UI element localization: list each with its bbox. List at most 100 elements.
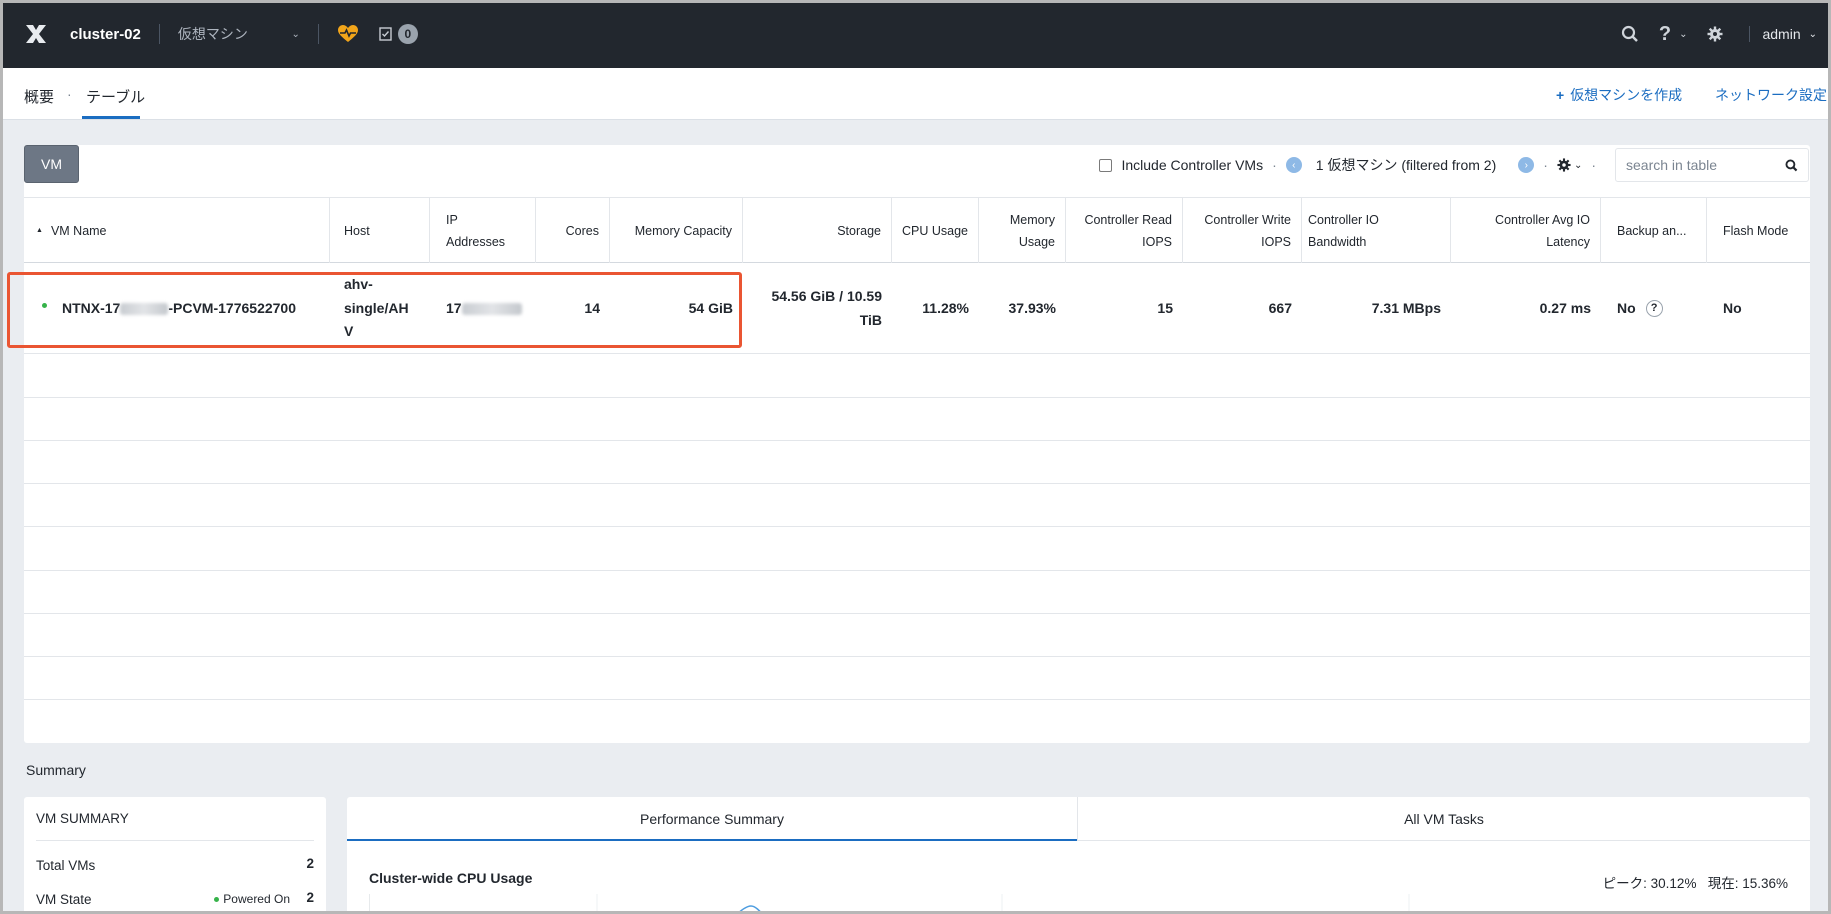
separator: ·	[1272, 157, 1277, 173]
settings-gear-icon[interactable]	[1707, 26, 1723, 42]
column-controller-read-label-2: IOPS	[1142, 235, 1172, 249]
powered-on-value: 2	[306, 890, 314, 905]
column-storage[interactable]: Storage	[743, 198, 892, 264]
powered-on-legend: Powered On	[214, 892, 290, 906]
column-controller-read-iops[interactable]: Controller Read IOPS	[1066, 198, 1183, 264]
powered-on-label: Powered On	[223, 892, 290, 906]
column-controller-latency-label-1: Controller Avg IO	[1495, 213, 1590, 227]
include-controller-checkbox[interactable]	[1099, 158, 1113, 172]
total-vms-label: Total VMs	[36, 858, 96, 873]
vm-count-text: 1 仮想マシン (filtered from 2)	[1315, 157, 1497, 173]
include-controller-label: Include Controller VMs	[1121, 157, 1264, 173]
task-check-icon	[379, 27, 392, 41]
user-menu[interactable]: admin ⌄	[1749, 26, 1817, 42]
empty-row-divider	[24, 440, 1810, 441]
user-name: admin	[1762, 26, 1801, 42]
network-settings-link[interactable]: ネットワーク設定	[1715, 85, 1827, 105]
table-controls: Include Controller VMs · ‹ 1 仮想マシン (filt…	[1099, 147, 1809, 183]
column-memory-usage[interactable]: Memory Usage	[979, 198, 1066, 264]
next-page-icon[interactable]: ›	[1518, 157, 1535, 173]
table-search-input[interactable]	[1626, 157, 1776, 173]
vm-filter-button[interactable]: VM	[24, 145, 79, 183]
chevron-down-icon: ⌄	[1573, 159, 1583, 171]
previous-page-icon[interactable]: ‹	[1285, 157, 1302, 173]
create-vm-link[interactable]: + 仮想マシンを作成	[1556, 85, 1682, 105]
column-host[interactable]: Host	[330, 198, 430, 264]
search-icon[interactable]	[1785, 159, 1798, 172]
storage-line-2: TiB	[859, 311, 882, 328]
column-memory-usage-label-1: Memory	[1009, 213, 1055, 227]
column-ip-label-1: IP	[446, 213, 458, 227]
column-vm-name[interactable]: ▲ VM Name	[24, 198, 330, 264]
sort-asc-icon: ▲	[36, 227, 43, 234]
create-vm-label: 仮想マシンを作成	[1570, 87, 1683, 103]
tab-table[interactable]: テーブル	[86, 86, 145, 107]
powered-on-dot	[214, 896, 220, 902]
cell-cpu-usage: 11.28%	[922, 299, 969, 316]
cell-controller-read-iops: 15	[1157, 299, 1173, 316]
column-controller-io-bandwidth[interactable]: Controller IO Bandwidth	[1302, 198, 1451, 264]
column-ip-label-2: Addresses	[446, 235, 506, 249]
chevron-down-icon: ⌄	[1679, 28, 1688, 40]
entity-menu-dropdown[interactable]: 仮想マシン ⌄	[178, 24, 300, 44]
task-count-badge: 0	[397, 24, 418, 44]
column-controller-write-label-1: Controller Write	[1204, 213, 1291, 227]
tab-all-vm-tasks[interactable]: All VM Tasks	[1078, 797, 1810, 841]
empty-row-divider	[24, 613, 1810, 614]
column-vm-name-label: VM Name	[50, 224, 107, 238]
highlight-annotation-box	[7, 272, 742, 348]
tab-separator: ·	[67, 86, 72, 102]
search-icon[interactable]	[1621, 25, 1639, 43]
column-ip-addresses[interactable]: IP Addresses	[430, 198, 536, 264]
cell-controller-write-iops: 667	[1268, 299, 1292, 316]
table-search-box	[1615, 148, 1809, 182]
column-cores[interactable]: Cores	[536, 198, 610, 264]
help-menu[interactable]: ? ⌄	[1659, 23, 1688, 46]
cell-flash-mode: No	[1723, 299, 1742, 316]
tab-overview[interactable]: 概要	[24, 86, 54, 107]
help-icon[interactable]: ?	[1645, 300, 1663, 317]
sub-navigation: 概要 · テーブル + 仮想マシンを作成 ネットワーク設定	[0, 68, 1831, 120]
health-heart-icon[interactable]	[337, 23, 359, 45]
separator: ·	[1591, 157, 1596, 173]
performance-card: Performance Summary All VM Tasks Cluster…	[347, 797, 1810, 914]
column-controller-write-iops[interactable]: Controller Write IOPS	[1183, 198, 1302, 264]
column-controller-read-label-1: Controller Read	[1084, 213, 1172, 227]
column-controller-latency-label-2: Latency	[1546, 235, 1590, 249]
divider	[317, 24, 319, 44]
empty-row-divider	[24, 397, 1810, 398]
cell-backup: No ?	[1601, 263, 1707, 354]
entity-menu-label: 仮想マシン	[177, 26, 248, 42]
storage-line-1: 54.56 GiB / 10.59	[771, 288, 882, 304]
empty-row-divider	[24, 699, 1810, 700]
help-icon: ?	[1658, 22, 1672, 45]
nutanix-logo-icon[interactable]	[24, 22, 48, 46]
column-controller-write-label-2: IOPS	[1261, 235, 1291, 249]
vm-summary-heading: VM SUMMARY	[36, 811, 129, 826]
summary-title: Summary	[26, 762, 86, 778]
tab-divider	[1077, 797, 1078, 841]
vm-state-label: VM State	[36, 892, 92, 907]
tasks-indicator[interactable]: 0	[379, 24, 418, 44]
top-right-controls: ? ⌄ admin ⌄	[1601, 0, 1817, 68]
backup-value: No	[1617, 299, 1636, 316]
cluster-name[interactable]: cluster-02	[70, 26, 141, 43]
divider	[158, 24, 160, 44]
divider	[36, 840, 314, 841]
column-memory-capacity[interactable]: Memory Capacity	[610, 198, 743, 264]
column-cpu-usage[interactable]: CPU Usage	[892, 198, 979, 264]
table-header: ▲ VM Name Host IP Addresses Cores Memory…	[24, 197, 1810, 264]
column-flash-mode[interactable]: Flash Mode	[1707, 198, 1810, 264]
column-controller-avg-io-latency[interactable]: Controller Avg IO Latency	[1451, 198, 1601, 264]
empty-row-divider	[24, 570, 1810, 571]
cell-storage: 54.56 GiB / 10.59 TiB	[743, 263, 892, 354]
column-backup[interactable]: Backup an...	[1601, 198, 1707, 264]
tab-performance-summary[interactable]: Performance Summary	[347, 797, 1077, 841]
chevron-down-icon: ⌄	[291, 28, 300, 40]
cell-controller-avg-latency: 0.27 ms	[1539, 299, 1591, 316]
table-settings-gear-icon[interactable]: ⌄	[1557, 158, 1582, 172]
empty-row-divider	[24, 656, 1810, 657]
vm-summary-card: VM SUMMARY Total VMs 2 VM State Powered …	[24, 797, 326, 914]
cell-memory-usage: 37.93%	[1008, 299, 1056, 316]
top-bar: cluster-02 仮想マシン ⌄ 0 ? ⌄ admin ⌄	[0, 0, 1831, 68]
